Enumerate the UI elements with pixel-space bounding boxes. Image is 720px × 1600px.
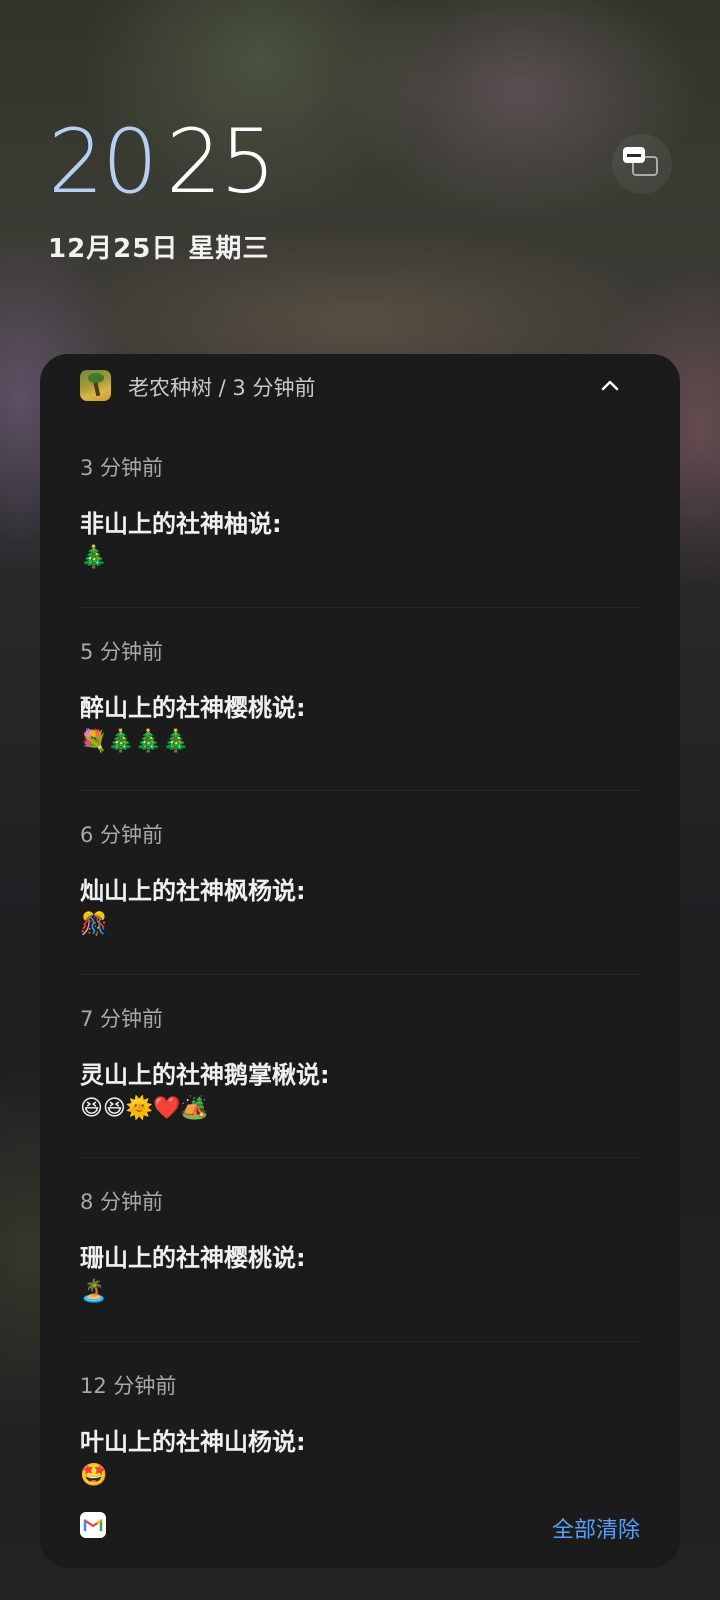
notification-app-title: 老农种树 / 3 分钟前 [128, 376, 316, 400]
notification-sender: 醉山上的社神樱桃说: [80, 693, 306, 722]
notification-sender: 叶山上的社神山杨说: [80, 1427, 306, 1456]
notification-time: 12 分钟前 [80, 1373, 177, 1398]
notification-time: 6 分钟前 [80, 823, 164, 847]
notification-item[interactable]: 8 分钟前 珊山上的社神樱桃说: 🏝️ [40, 1158, 680, 1342]
notification-body: 💐🎄🎄🎄 [80, 728, 190, 754]
notification-sender: 非山上的社神柚说: [80, 510, 282, 538]
lockscreen-date: 12月25日 星期三 [48, 234, 270, 264]
notification-body: 🎄 [80, 545, 108, 570]
app-icon [80, 370, 111, 401]
notification-item[interactable]: 6 分钟前 灿山上的社神枫杨说: 🎊 [40, 791, 680, 975]
notification-sender: 灿山上的社神枫杨说: [80, 877, 306, 905]
notification-time: 8 分钟前 [80, 1190, 164, 1214]
notification-item[interactable]: 3 分钟前 非山上的社神柚说: 🎄 [40, 424, 680, 608]
notification-time: 7 分钟前 [80, 1006, 164, 1031]
notification-footer: 全部清除 [40, 1488, 680, 1568]
notification-item[interactable]: 5 分钟前 醉山上的社神樱桃说: 💐🎄🎄🎄 [40, 608, 680, 791]
notification-body: 🤩 [80, 1462, 108, 1488]
notification-time: 5 分钟前 [80, 639, 164, 664]
stacked-cards-icon[interactable] [612, 134, 672, 194]
notification-body: 🎊 [80, 912, 108, 937]
notification-sender: 灵山上的社神鹅掌楸说: [80, 1060, 330, 1089]
notification-group-header[interactable]: 老农种树 / 3 分钟前 [40, 354, 680, 424]
notification-item[interactable]: 7 分钟前 灵山上的社神鹅掌楸说: 😆😆🌞❤️🏕️ [40, 975, 680, 1158]
notification-group-panel[interactable]: 老农种树 / 3 分钟前 3 分钟前 非山上的社神柚说: 🎄 5 分钟前 醉山上… [40, 354, 680, 1568]
clear-all-button[interactable]: 全部清除 [552, 1512, 640, 1544]
gmail-icon [80, 1512, 106, 1538]
chevron-up-icon[interactable] [596, 372, 624, 400]
lockscreen-clock: 20 25 [48, 118, 276, 206]
clock-minutes: 25 [165, 110, 276, 213]
notification-body: 😆😆🌞❤️🏕️ [80, 1095, 209, 1121]
notification-sender: 珊山上的社神樱桃说: [80, 1244, 306, 1272]
notification-body: 🏝️ [80, 1279, 108, 1304]
notification-list: 3 分钟前 非山上的社神柚说: 🎄 5 分钟前 醉山上的社神樱桃说: 💐🎄🎄🎄 … [40, 424, 680, 1525]
clock-hours: 20 [48, 110, 158, 213]
notification-time: 3 分钟前 [80, 456, 164, 480]
